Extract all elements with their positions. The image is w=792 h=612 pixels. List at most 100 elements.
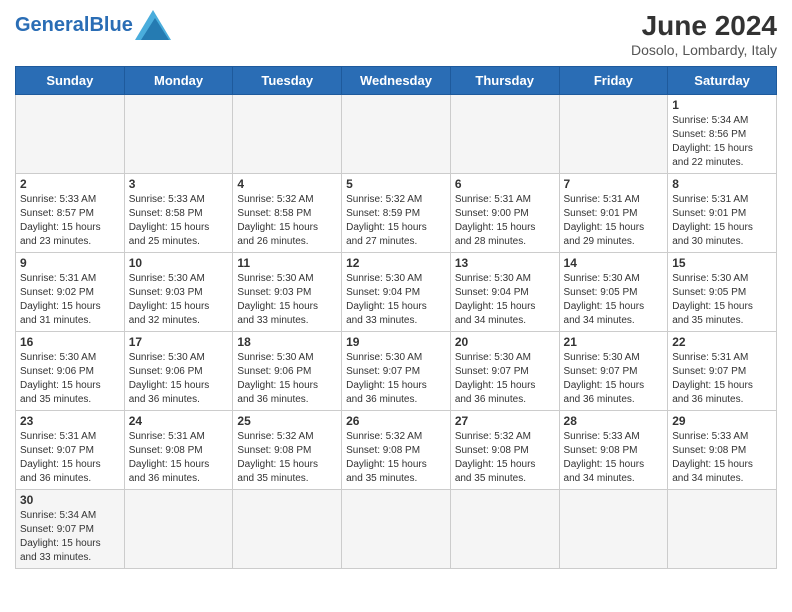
- calendar-cell: [450, 490, 559, 569]
- logo-text: GeneralBlue: [15, 14, 133, 36]
- day-info: Sunrise: 5:31 AM Sunset: 9:07 PM Dayligh…: [672, 351, 772, 407]
- day-info: Sunrise: 5:30 AM Sunset: 9:05 PM Dayligh…: [564, 272, 664, 328]
- calendar-cell: [16, 95, 125, 174]
- calendar-row-1: 2Sunrise: 5:33 AM Sunset: 8:57 PM Daylig…: [16, 174, 777, 253]
- calendar-cell: 21 Sunrise: 5:30 AM Sunset: 9:07 PM Dayli…: [559, 332, 668, 411]
- day-number: 5: [346, 177, 446, 191]
- calendar-cell: 11 Sunrise: 5:30 AM Sunset: 9:03 PM Dayli…: [233, 253, 342, 332]
- logo-general: General: [15, 14, 89, 36]
- day-info: Sunrise: 5:32 AM Sunset: 8:58 PM Dayligh…: [237, 193, 337, 249]
- calendar-cell: 25 Sunrise: 5:32 AM Sunset: 9:08 PM Dayli…: [233, 411, 342, 490]
- calendar-cell: 28Sunrise: 5:33 AM Sunset: 9:08 PM Dayli…: [559, 411, 668, 490]
- day-info: Sunrise: 5:30 AM Sunset: 9:07 PM Dayligh…: [564, 351, 664, 407]
- day-info: Sunrise: 5:30 AM Sunset: 9:07 PM Dayligh…: [346, 351, 446, 407]
- calendar-cell: [233, 490, 342, 569]
- calendar-cell: 26 Sunrise: 5:32 AM Sunset: 9:08 PM Dayli…: [342, 411, 451, 490]
- calendar-cell: 1Sunrise: 5:34 AM Sunset: 8:56 PM Daylig…: [668, 95, 777, 174]
- calendar-cell: [559, 95, 668, 174]
- calendar-cell: 15 Sunrise: 5:30 AM Sunset: 9:05 PM Dayli…: [668, 253, 777, 332]
- calendar-cell: 10 Sunrise: 5:30 AM Sunset: 9:03 PM Dayli…: [124, 253, 233, 332]
- day-info: Sunrise: 5:30 AM Sunset: 9:04 PM Dayligh…: [455, 272, 555, 328]
- day-number: 24: [129, 414, 229, 428]
- day-info: Sunrise: 5:30 AM Sunset: 9:03 PM Dayligh…: [237, 272, 337, 328]
- calendar-cell: 30 Sunrise: 5:34 AM Sunset: 9:07 PM Dayli…: [16, 490, 125, 569]
- calendar-cell: 14 Sunrise: 5:30 AM Sunset: 9:05 PM Dayli…: [559, 253, 668, 332]
- day-number: 27: [455, 414, 555, 428]
- calendar-cell: [124, 95, 233, 174]
- calendar-cell: [342, 95, 451, 174]
- calendar-row-3: 16 Sunrise: 5:30 AM Sunset: 9:06 PM Dayli…: [16, 332, 777, 411]
- day-info: Sunrise: 5:33 AM Sunset: 9:08 PM Dayligh…: [672, 430, 772, 486]
- calendar-cell: 19 Sunrise: 5:30 AM Sunset: 9:07 PM Dayli…: [342, 332, 451, 411]
- calendar-row-0: 1Sunrise: 5:34 AM Sunset: 8:56 PM Daylig…: [16, 95, 777, 174]
- calendar-cell: 18Sunrise: 5:30 AM Sunset: 9:06 PM Dayli…: [233, 332, 342, 411]
- title-area: June 2024 Dosolo, Lombardy, Italy: [631, 10, 777, 58]
- day-info: Sunrise: 5:32 AM Sunset: 8:59 PM Dayligh…: [346, 193, 446, 249]
- calendar-cell: 29Sunrise: 5:33 AM Sunset: 9:08 PM Dayli…: [668, 411, 777, 490]
- day-number: 8: [672, 177, 772, 191]
- calendar-cell: 23Sunrise: 5:31 AM Sunset: 9:07 PM Dayli…: [16, 411, 125, 490]
- day-number: 22: [672, 335, 772, 349]
- day-number: 20: [455, 335, 555, 349]
- day-info: Sunrise: 5:32 AM Sunset: 9:08 PM Dayligh…: [237, 430, 337, 486]
- day-number: 12: [346, 256, 446, 270]
- calendar-cell: 13 Sunrise: 5:30 AM Sunset: 9:04 PM Dayli…: [450, 253, 559, 332]
- day-number: 18: [237, 335, 337, 349]
- calendar-cell: 17 Sunrise: 5:30 AM Sunset: 9:06 PM Dayli…: [124, 332, 233, 411]
- day-number: 6: [455, 177, 555, 191]
- calendar-cell: 20 Sunrise: 5:30 AM Sunset: 9:07 PM Dayli…: [450, 332, 559, 411]
- day-number: 10: [129, 256, 229, 270]
- day-number: 19: [346, 335, 446, 349]
- calendar-cell: 12Sunrise: 5:30 AM Sunset: 9:04 PM Dayli…: [342, 253, 451, 332]
- calendar-cell: [342, 490, 451, 569]
- header-monday: Monday: [124, 67, 233, 95]
- calendar-cell: 6Sunrise: 5:31 AM Sunset: 9:00 PM Daylig…: [450, 174, 559, 253]
- day-number: 15: [672, 256, 772, 270]
- calendar-cell: 8Sunrise: 5:31 AM Sunset: 9:01 PM Daylig…: [668, 174, 777, 253]
- calendar-cell: 9 Sunrise: 5:31 AM Sunset: 9:02 PM Daylig…: [16, 253, 125, 332]
- day-info: Sunrise: 5:33 AM Sunset: 8:58 PM Dayligh…: [129, 193, 229, 249]
- month-title: June 2024: [631, 10, 777, 42]
- day-info: Sunrise: 5:30 AM Sunset: 9:05 PM Dayligh…: [672, 272, 772, 328]
- day-info: Sunrise: 5:30 AM Sunset: 9:07 PM Dayligh…: [455, 351, 555, 407]
- calendar-cell: 5 Sunrise: 5:32 AM Sunset: 8:59 PM Daylig…: [342, 174, 451, 253]
- day-number: 30: [20, 493, 120, 507]
- day-number: 3: [129, 177, 229, 191]
- calendar-row-5: 30 Sunrise: 5:34 AM Sunset: 9:07 PM Dayli…: [16, 490, 777, 569]
- day-info: Sunrise: 5:32 AM Sunset: 9:08 PM Dayligh…: [455, 430, 555, 486]
- day-info: Sunrise: 5:30 AM Sunset: 9:03 PM Dayligh…: [129, 272, 229, 328]
- day-info: Sunrise: 5:30 AM Sunset: 9:06 PM Dayligh…: [129, 351, 229, 407]
- day-number: 11: [237, 256, 337, 270]
- day-info: Sunrise: 5:32 AM Sunset: 9:08 PM Dayligh…: [346, 430, 446, 486]
- day-number: 25: [237, 414, 337, 428]
- calendar-row-4: 23Sunrise: 5:31 AM Sunset: 9:07 PM Dayli…: [16, 411, 777, 490]
- day-number: 2: [20, 177, 120, 191]
- day-number: 28: [564, 414, 664, 428]
- day-info: Sunrise: 5:31 AM Sunset: 9:08 PM Dayligh…: [129, 430, 229, 486]
- header-thursday: Thursday: [450, 67, 559, 95]
- calendar-cell: 3 Sunrise: 5:33 AM Sunset: 8:58 PM Daylig…: [124, 174, 233, 253]
- day-info: Sunrise: 5:34 AM Sunset: 9:07 PM Dayligh…: [20, 509, 120, 565]
- calendar-cell: 7Sunrise: 5:31 AM Sunset: 9:01 PM Daylig…: [559, 174, 668, 253]
- day-number: 26: [346, 414, 446, 428]
- logo: GeneralBlue: [15, 10, 171, 40]
- day-number: 21: [564, 335, 664, 349]
- logo-blue: Blue: [89, 14, 132, 36]
- calendar-row-2: 9 Sunrise: 5:31 AM Sunset: 9:02 PM Daylig…: [16, 253, 777, 332]
- calendar-cell: [559, 490, 668, 569]
- calendar-cell: 4 Sunrise: 5:32 AM Sunset: 8:58 PM Daylig…: [233, 174, 342, 253]
- day-number: 16: [20, 335, 120, 349]
- day-number: 4: [237, 177, 337, 191]
- page: GeneralBlue June 2024 Dosolo, Lombardy, …: [0, 0, 792, 579]
- calendar-cell: [450, 95, 559, 174]
- calendar-cell: [668, 490, 777, 569]
- day-number: 13: [455, 256, 555, 270]
- day-number: 1: [672, 98, 772, 112]
- day-number: 14: [564, 256, 664, 270]
- location-subtitle: Dosolo, Lombardy, Italy: [631, 42, 777, 58]
- day-number: 9: [20, 256, 120, 270]
- header: GeneralBlue June 2024 Dosolo, Lombardy, …: [15, 10, 777, 58]
- day-info: Sunrise: 5:31 AM Sunset: 9:02 PM Dayligh…: [20, 272, 120, 328]
- header-saturday: Saturday: [668, 67, 777, 95]
- day-number: 17: [129, 335, 229, 349]
